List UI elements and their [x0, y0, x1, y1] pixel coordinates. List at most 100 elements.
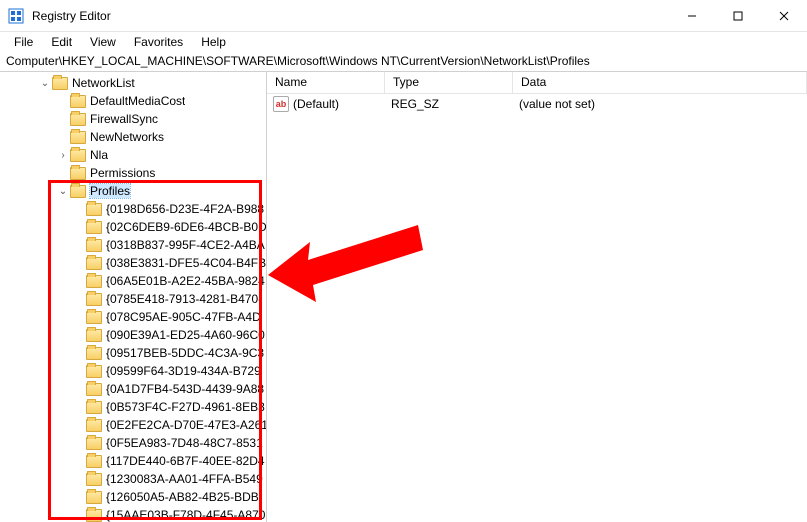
folder-icon [86, 419, 102, 432]
tree-item-profile-guid[interactable]: {0318B837-995F-4CE2-A4BA [0, 236, 266, 254]
tree-item-permissions[interactable]: Permissions [0, 164, 266, 182]
tree-label: {0198D656-D23E-4F2A-B988 [106, 202, 264, 216]
list-pane: Name Type Data ab (Default) REG_SZ (valu… [267, 72, 807, 522]
tree-item-networklist[interactable]: ⌄ NetworkList [0, 74, 266, 92]
tree-label: {15AAE03B-F78D-4F45-A870 [106, 508, 265, 522]
folder-icon [86, 509, 102, 522]
tree-item-profile-guid[interactable]: {09599F64-3D19-434A-B729 [0, 362, 266, 380]
tree-item-profile-guid[interactable]: {0785E418-7913-4281-B470- [0, 290, 266, 308]
list-row[interactable]: ab (Default) REG_SZ (value not set) [267, 94, 807, 114]
value-type: REG_SZ [385, 97, 513, 111]
tree-label: {126050A5-AB82-4B25-BDB [106, 490, 259, 504]
tree-label: {0E2FE2CA-D70E-47E3-A261 [106, 418, 266, 432]
tree-item-defaultmediacost[interactable]: DefaultMediaCost [0, 92, 266, 110]
folder-icon [86, 293, 102, 306]
tree-label: {0318B837-995F-4CE2-A4BA [106, 238, 265, 252]
tree-label: {038E3831-DFE5-4C04-B4FB [106, 256, 266, 270]
tree-label: NewNetworks [90, 130, 164, 144]
titlebar: Registry Editor [0, 0, 807, 32]
folder-icon [86, 383, 102, 396]
tree-item-profile-guid[interactable]: {117DE440-6B7F-40EE-82D4 [0, 452, 266, 470]
folder-icon [70, 95, 86, 108]
folder-icon [70, 185, 86, 198]
tree-item-firewallsync[interactable]: FirewallSync [0, 110, 266, 128]
tree-label: DefaultMediaCost [90, 94, 185, 108]
tree-item-profile-guid[interactable]: {0B573F4C-F27D-4961-8EB3 [0, 398, 266, 416]
address-bar[interactable]: Computer\HKEY_LOCAL_MACHINE\SOFTWARE\Mic… [0, 52, 807, 72]
folder-icon [70, 149, 86, 162]
tree-item-profile-guid[interactable]: {0F5EA983-7D48-48C7-8531 [0, 434, 266, 452]
folder-icon [86, 365, 102, 378]
tree-pane[interactable]: ⌄ NetworkList DefaultMediaCost FirewallS… [0, 72, 267, 522]
tree-label: {09599F64-3D19-434A-B729 [106, 364, 261, 378]
folder-icon [86, 473, 102, 486]
close-button[interactable] [761, 0, 807, 32]
tree-label: {06A5E01B-A2E2-45BA-9824 [106, 274, 265, 288]
address-text: Computer\HKEY_LOCAL_MACHINE\SOFTWARE\Mic… [6, 54, 590, 68]
folder-icon [86, 275, 102, 288]
column-header-name[interactable]: Name [267, 72, 385, 93]
tree-label: {1230083A-AA01-4FFA-B549 [106, 472, 263, 486]
menu-view[interactable]: View [82, 34, 124, 50]
tree-label: {078C95AE-905C-47FB-A4D [106, 310, 261, 324]
chevron-down-icon[interactable]: ⌄ [38, 78, 52, 89]
tree-item-profile-guid[interactable]: {078C95AE-905C-47FB-A4D [0, 308, 266, 326]
folder-icon [70, 131, 86, 144]
tree-item-profile-guid[interactable]: {0E2FE2CA-D70E-47E3-A261 [0, 416, 266, 434]
tree-item-profile-guid[interactable]: {06A5E01B-A2E2-45BA-9824 [0, 272, 266, 290]
tree-label: Profiles [90, 184, 130, 198]
folder-icon [52, 77, 68, 90]
menubar: File Edit View Favorites Help [0, 32, 807, 52]
folder-icon [86, 239, 102, 252]
tree-label: Permissions [90, 166, 155, 180]
tree-label: {0A1D7FB4-543D-4439-9A88 [106, 382, 264, 396]
value-data: (value not set) [513, 97, 807, 111]
tree-item-profile-guid[interactable]: {038E3831-DFE5-4C04-B4FB [0, 254, 266, 272]
tree-item-profile-guid[interactable]: {090E39A1-ED25-4A60-96C0 [0, 326, 266, 344]
tree-label: {090E39A1-ED25-4A60-96C0 [106, 328, 265, 342]
tree-item-profile-guid[interactable]: {126050A5-AB82-4B25-BDB [0, 488, 266, 506]
folder-icon [86, 401, 102, 414]
chevron-right-icon[interactable]: › [56, 150, 70, 161]
folder-icon [86, 311, 102, 324]
tree-item-profile-guid[interactable]: {1230083A-AA01-4FFA-B549 [0, 470, 266, 488]
column-header-data[interactable]: Data [513, 72, 807, 93]
maximize-button[interactable] [715, 0, 761, 32]
menu-favorites[interactable]: Favorites [126, 34, 191, 50]
tree-item-profile-guid[interactable]: {09517BEB-5DDC-4C3A-9C3 [0, 344, 266, 362]
window-controls [669, 0, 807, 32]
folder-icon [86, 455, 102, 468]
folder-icon [86, 329, 102, 342]
tree-item-profile-guid[interactable]: {0198D656-D23E-4F2A-B988 [0, 200, 266, 218]
tree-item-profile-guid[interactable]: {0A1D7FB4-543D-4439-9A88 [0, 380, 266, 398]
column-header-type[interactable]: Type [385, 72, 513, 93]
folder-icon [70, 167, 86, 180]
value-name: (Default) [293, 97, 339, 111]
tree-label: FirewallSync [90, 112, 158, 126]
chevron-down-icon[interactable]: ⌄ [56, 186, 70, 197]
tree-item-profile-guid[interactable]: {15AAE03B-F78D-4F45-A870 [0, 506, 266, 522]
tree-label: {117DE440-6B7F-40EE-82D4 [106, 454, 265, 468]
app-icon [8, 8, 24, 24]
menu-file[interactable]: File [6, 34, 41, 50]
tree-label: {0785E418-7913-4281-B470- [106, 292, 262, 306]
tree-label: {0F5EA983-7D48-48C7-8531 [106, 436, 263, 450]
tree-label: Nla [90, 148, 108, 162]
content-area: ⌄ NetworkList DefaultMediaCost FirewallS… [0, 72, 807, 522]
tree-label: {09517BEB-5DDC-4C3A-9C3 [106, 346, 264, 360]
folder-icon [86, 437, 102, 450]
tree-label: {0B573F4C-F27D-4961-8EB3 [106, 400, 265, 414]
tree-item-nla[interactable]: › Nla [0, 146, 266, 164]
tree-label: {02C6DEB9-6DE6-4BCB-B0D [106, 220, 266, 234]
tree-item-profiles[interactable]: ⌄ Profiles [0, 182, 266, 200]
string-value-icon: ab [273, 96, 289, 112]
menu-edit[interactable]: Edit [43, 34, 80, 50]
window-title: Registry Editor [32, 9, 669, 23]
menu-help[interactable]: Help [193, 34, 234, 50]
list-header: Name Type Data [267, 72, 807, 94]
folder-icon [86, 221, 102, 234]
minimize-button[interactable] [669, 0, 715, 32]
tree-item-newnetworks[interactable]: NewNetworks [0, 128, 266, 146]
folder-icon [86, 257, 102, 270]
tree-item-profile-guid[interactable]: {02C6DEB9-6DE6-4BCB-B0D [0, 218, 266, 236]
